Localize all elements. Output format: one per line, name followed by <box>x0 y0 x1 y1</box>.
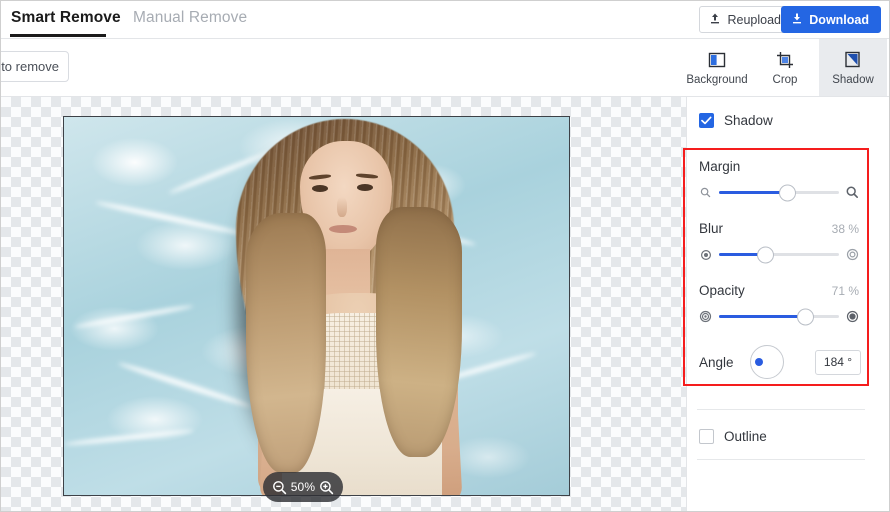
background-icon <box>708 50 726 70</box>
slider-fill <box>719 191 787 194</box>
hair-front-right <box>376 207 462 457</box>
checkbox-checked-icon[interactable] <box>699 113 714 128</box>
opacity-slider[interactable] <box>719 308 839 325</box>
angle-label: Angle <box>699 354 734 370</box>
opacity-high-icon <box>846 310 859 323</box>
angle-input[interactable]: 184 ° <box>815 349 861 375</box>
image-editor-window: Smart Remove Manual Remove Reupload Down… <box>0 0 890 512</box>
zoom-large-icon <box>846 186 859 199</box>
slider-row[interactable] <box>699 308 859 325</box>
divider <box>697 459 865 460</box>
field-angle: Angle 184 ° <box>699 345 861 379</box>
slider-thumb[interactable] <box>778 184 796 201</box>
field-header: Blur 38 % <box>699 221 859 236</box>
crop-icon <box>776 50 794 70</box>
field-header: Margin <box>699 159 859 174</box>
download-label: Download <box>809 12 869 27</box>
to-remove-button[interactable]: to remove <box>1 51 69 82</box>
blur-large-icon <box>846 248 859 261</box>
shadow-toggle[interactable]: Shadow <box>699 113 773 128</box>
subject-portrait <box>204 117 504 495</box>
reupload-button[interactable]: Reupload <box>699 6 793 33</box>
eye-right <box>357 184 373 191</box>
zoom-small-icon <box>699 186 712 199</box>
blur-slider[interactable] <box>719 246 839 263</box>
field-margin: Margin <box>699 159 859 201</box>
slider-thumb[interactable] <box>796 308 814 325</box>
field-label: Margin <box>699 159 741 174</box>
slider-row[interactable] <box>699 246 859 263</box>
eye-left <box>312 185 328 192</box>
shadow-settings-panel: Shadow Margin Blur 38 % Opacity 71 % Ang… <box>683 97 889 511</box>
tool-background[interactable]: Background <box>683 39 751 96</box>
tool-label: Shadow <box>832 73 874 86</box>
field-label: Blur <box>699 221 724 236</box>
zoom-out-icon[interactable] <box>272 480 287 495</box>
tool-label: Background <box>686 73 748 86</box>
field-value: 71 % <box>831 284 859 298</box>
zoom-control[interactable]: 50% <box>263 472 343 502</box>
top-tab-bar: Smart Remove Manual Remove Reupload Down… <box>1 1 889 39</box>
angle-dial[interactable] <box>749 345 784 379</box>
field-header: Opacity 71 % <box>699 283 859 298</box>
slider-row[interactable] <box>699 184 859 201</box>
opacity-low-icon <box>699 310 712 323</box>
shadow-icon <box>844 50 862 70</box>
divider <box>697 409 865 410</box>
mouth <box>329 225 357 233</box>
hair-front-left <box>246 213 326 473</box>
tool-group: Background Crop Shadow <box>683 39 887 96</box>
reupload-label: Reupload <box>727 12 781 27</box>
field-blur: Blur 38 % <box>699 221 859 263</box>
tool-label: Crop <box>772 73 798 86</box>
margin-slider[interactable] <box>719 184 839 201</box>
angle-dial-handle[interactable] <box>754 358 763 366</box>
tab-manual-remove[interactable]: Manual Remove <box>133 9 247 27</box>
checkbox-unchecked-icon[interactable] <box>699 429 714 444</box>
tab-smart-remove[interactable]: Smart Remove <box>11 9 121 27</box>
upload-icon <box>709 12 721 28</box>
field-label: Opacity <box>699 283 745 298</box>
field-opacity: Opacity 71 % <box>699 283 859 325</box>
zoom-level-label: 50% <box>290 480 316 494</box>
download-button[interactable]: Download <box>781 6 881 33</box>
slider-fill <box>719 315 805 318</box>
outline-toggle-label: Outline <box>724 429 767 444</box>
edited-image[interactable] <box>63 116 570 496</box>
canvas-area[interactable]: 50% <box>1 97 686 511</box>
tool-shadow[interactable]: Shadow <box>819 39 887 96</box>
outline-toggle[interactable]: Outline <box>699 429 767 444</box>
field-value: 38 % <box>831 222 859 236</box>
zoom-in-icon[interactable] <box>319 480 334 495</box>
tool-crop[interactable]: Crop <box>751 39 819 96</box>
nose <box>337 197 347 217</box>
editor-toolbar: to remove Background Crop Shadow <box>1 39 889 97</box>
blur-small-icon <box>699 248 712 261</box>
download-icon <box>791 12 803 28</box>
shadow-toggle-label: Shadow <box>724 113 773 128</box>
slider-thumb[interactable] <box>757 246 775 263</box>
active-tab-underline <box>10 34 106 37</box>
